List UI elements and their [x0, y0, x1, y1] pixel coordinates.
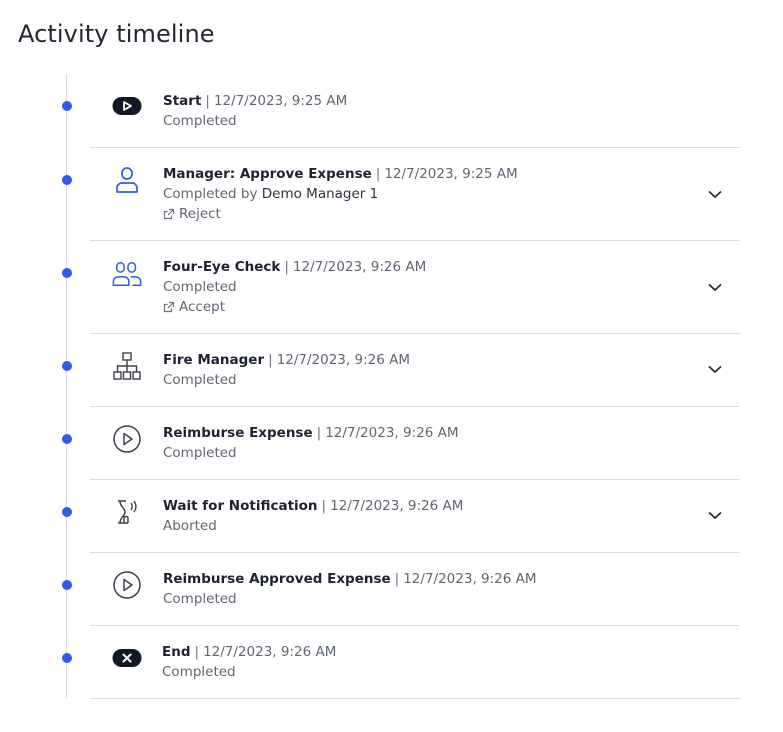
wait-signal-icon [112, 497, 142, 527]
activity-time: 12/7/2023, 9:26 AM [292, 259, 427, 275]
separator: | [194, 644, 200, 660]
timeline-item-wait-for-notification[interactable]: Wait for Notification | 12/7/2023, 9:26 AM… [90, 480, 740, 553]
chevron-down-icon [708, 511, 722, 519]
page-title: Activity timeline [18, 20, 215, 48]
activity-name: End [162, 644, 191, 660]
activity-name: Reimburse Expense [163, 425, 313, 441]
timeline-dot [62, 434, 72, 444]
timeline-item-approve-expense[interactable]: Manager: Approve Expense | 12/7/2023, 9:25… [90, 148, 740, 241]
activity-name: Four-Eye Check [163, 259, 281, 275]
timeline-item-reimburse-expense: Reimburse Expense | 12/7/2023, 9:26 AM Com… [90, 407, 740, 480]
chevron-down-icon [708, 365, 722, 373]
activity-name: Fire Manager [163, 352, 265, 368]
timeline-item-fire-manager[interactable]: Fire Manager | 12/7/2023, 9:26 AM Complete… [90, 334, 740, 407]
activity-status: Completed [162, 664, 236, 680]
timeline-dot [62, 580, 72, 590]
timeline-dot [62, 653, 72, 663]
activity-time: 12/7/2023, 9:26 AM [325, 425, 459, 441]
activity-name: Reimburse Approved Expense [163, 571, 391, 587]
activity-name: Wait for Notification [163, 498, 318, 514]
activity-actor: Demo Manager 1 [261, 186, 379, 202]
external-link-icon [163, 301, 175, 313]
expand-chevron-button[interactable] [706, 185, 724, 203]
reject-action-link[interactable]: Reject [163, 204, 680, 224]
timeline-dot [62, 268, 72, 278]
activity-status: Aborted [163, 518, 217, 534]
activity-status: Completed [163, 113, 237, 129]
activity-time: 12/7/2023, 9:26 AM [276, 352, 410, 368]
timeline-dot [62, 361, 72, 371]
activity-status: Completed [163, 372, 237, 388]
timeline-item-start: Start | 12/7/2023, 9:25 AM Completed [90, 74, 740, 148]
expand-chevron-button[interactable] [706, 278, 724, 296]
play-circle-icon [112, 424, 142, 454]
timeline-rail [66, 74, 67, 698]
timeline-dot [62, 175, 72, 185]
separator: | [205, 93, 210, 109]
activity-status: Completed by [163, 186, 258, 202]
activity-name: Start [163, 93, 202, 109]
expand-chevron-button[interactable] [706, 506, 724, 524]
separator: | [321, 498, 327, 514]
activity-status: Completed [163, 445, 237, 461]
accept-action-link[interactable]: Accept [163, 297, 680, 317]
chevron-down-icon [708, 190, 722, 198]
activity-status: Completed [163, 279, 237, 295]
timeline-dot [62, 101, 72, 111]
activity-time: 12/7/2023, 9:25 AM [384, 166, 518, 182]
separator: | [375, 166, 381, 182]
timeline-item-end: End | 12/7/2023, 9:26 AM Completed [90, 626, 740, 699]
activity-time: 12/7/2023, 9:26 AM [403, 571, 537, 587]
end-badge-icon [112, 643, 142, 673]
timeline-item-four-eye-check[interactable]: Four-Eye Check | 12/7/2023, 9:26 AM Comple… [90, 241, 740, 334]
external-link-icon [163, 208, 175, 220]
separator: | [284, 259, 289, 275]
timeline-item-reimburse-approved-expense: Reimburse Approved Expense | 12/7/2023, 9:… [90, 553, 740, 626]
start-badge-icon [112, 91, 142, 121]
separator: | [394, 571, 400, 587]
expand-chevron-button[interactable] [706, 360, 724, 378]
hierarchy-icon [112, 351, 142, 381]
users-icon [112, 259, 142, 289]
separator: | [268, 352, 273, 368]
activity-time: 12/7/2023, 9:26 AM [330, 498, 464, 514]
chevron-down-icon [708, 283, 722, 291]
play-circle-icon [112, 570, 142, 600]
action-label: Reject [179, 206, 221, 222]
action-label: Accept [179, 299, 226, 315]
activity-time: 12/7/2023, 9:26 AM [203, 644, 337, 660]
activity-name: Manager: Approve Expense [163, 166, 372, 182]
user-icon [112, 165, 142, 195]
activity-time: 12/7/2023, 9:25 AM [213, 93, 348, 109]
separator: | [316, 425, 322, 441]
activity-status: Completed [163, 591, 237, 607]
timeline-dot [62, 507, 72, 517]
activity-timeline-page: Activity timeline Start | 12/7/2023, 9:25 … [0, 0, 783, 732]
